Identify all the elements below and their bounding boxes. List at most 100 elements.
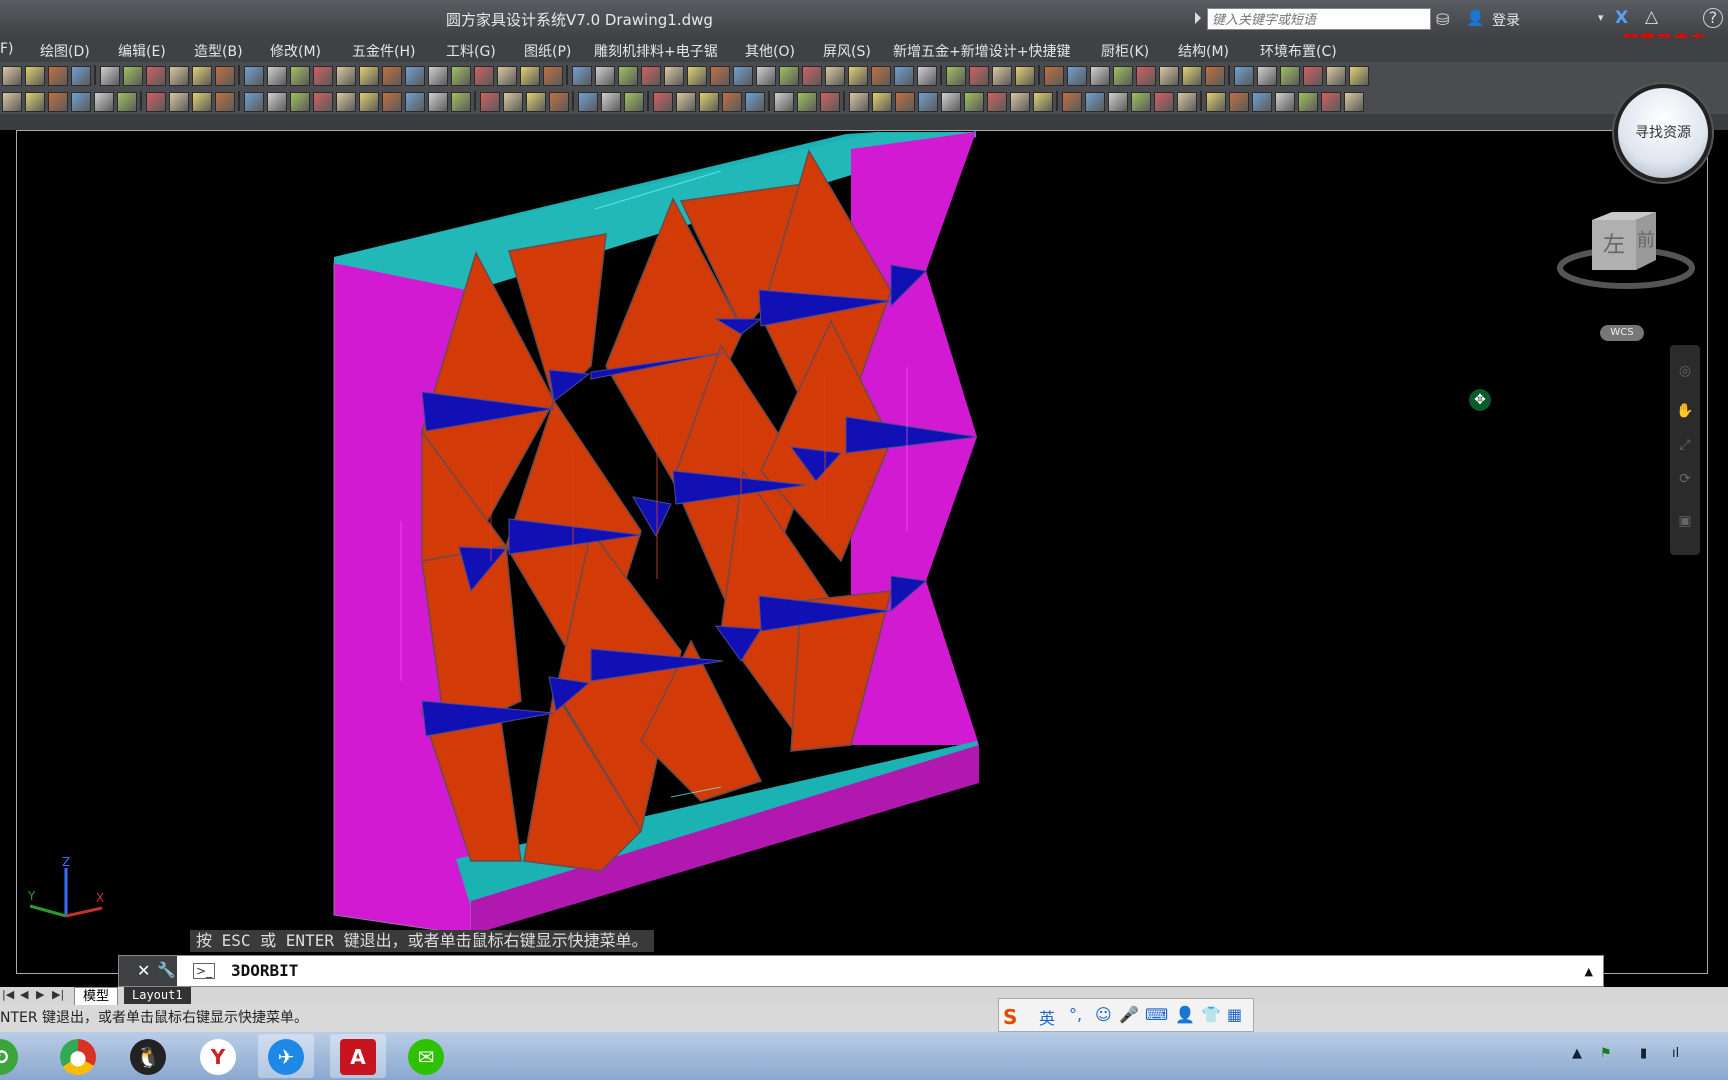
toolbar-tool-icon[interactable] [25, 66, 45, 86]
toolbar-tool-icon[interactable] [745, 92, 765, 112]
toolbar-tool-icon[interactable] [48, 66, 68, 86]
toolbar-tool-icon[interactable] [451, 66, 471, 86]
zoom-icon[interactable]: ⤢ [1676, 437, 1694, 455]
menu-materials[interactable]: 工料(G) [446, 41, 496, 61]
toolbar-tool-icon[interactable] [871, 66, 891, 86]
pan-hand-icon[interactable]: ✋ [1676, 403, 1694, 421]
toolbar-tool-icon[interactable] [1108, 92, 1128, 112]
toolbar-tool-icon[interactable] [405, 66, 425, 86]
toolbar-tool-icon[interactable] [1113, 66, 1133, 86]
toolbar-tool-icon[interactable] [405, 92, 425, 112]
toolbar-tool-icon[interactable] [820, 92, 840, 112]
toolbar-tool-icon[interactable] [710, 66, 730, 86]
toolbar-tool-icon[interactable] [687, 66, 707, 86]
menu-kitchen[interactable]: 厨柜(K) [1101, 41, 1149, 61]
taskbar-qq[interactable]: 🐧 [120, 1034, 176, 1078]
toolbar-tool-icon[interactable] [1085, 92, 1105, 112]
toolbar-tool-icon[interactable] [267, 66, 287, 86]
toolbar-tool-icon[interactable] [1159, 66, 1179, 86]
toolbar-tool-icon[interactable] [641, 66, 661, 86]
toolbar-tool-icon[interactable] [169, 92, 189, 112]
user-icon[interactable]: 👤 [1466, 9, 1485, 27]
autodesk-triangle-icon[interactable]: △ [1645, 7, 1658, 27]
toolbar-tool-icon[interactable] [918, 92, 938, 112]
toolbar-tool-icon[interactable] [474, 66, 494, 86]
toolbar-tool-icon[interactable] [664, 66, 684, 86]
orbit-icon[interactable]: ⟳ [1676, 471, 1694, 489]
toolbar-tool-icon[interactable] [290, 92, 310, 112]
wrench-icon[interactable]: 🔧 [157, 961, 176, 979]
toolbar-tool-icon[interactable] [941, 92, 961, 112]
toolbar-tool-icon[interactable] [895, 92, 915, 112]
toolbar-tool-icon[interactable] [917, 66, 937, 86]
tray-expand-icon[interactable]: ▲ [1572, 1046, 1582, 1061]
toolbar-tool-icon[interactable] [1010, 92, 1030, 112]
toolbar-tool-icon[interactable] [618, 66, 638, 86]
toolbar-tool-icon[interactable] [1349, 66, 1369, 86]
toolbar-tool-icon[interactable] [1044, 66, 1064, 86]
toolbar-tool-icon[interactable] [48, 92, 68, 112]
toolbar-tool-icon[interactable] [2, 66, 22, 86]
taskbar-start[interactable]: ⟲ [0, 1034, 28, 1078]
toolbar-tool-icon[interactable] [1015, 66, 1035, 86]
toolbar-tool-icon[interactable] [1182, 66, 1202, 86]
punctuation-icon[interactable]: °, [1069, 1005, 1082, 1024]
toolbar-tool-icon[interactable] [572, 66, 592, 86]
toolbar-tool-icon[interactable] [215, 92, 235, 112]
toolbar-tool-icon[interactable] [825, 66, 845, 86]
toolbar-tool-icon[interactable] [756, 66, 776, 86]
toolbar-tool-icon[interactable] [802, 66, 822, 86]
toolbar-tool-icon[interactable] [653, 92, 673, 112]
toolbar-tool-icon[interactable] [215, 66, 235, 86]
toolbar-tool-icon[interactable] [520, 66, 540, 86]
drawing-viewport[interactable] [16, 130, 1708, 974]
toolbar-tool-icon[interactable] [849, 92, 869, 112]
tab-first-icon[interactable]: |◀ [2, 988, 14, 1001]
toolbar-tool-icon[interactable] [1326, 66, 1346, 86]
toolbar-tool-icon[interactable] [192, 66, 212, 86]
toolbar-tool-icon[interactable] [1234, 66, 1254, 86]
exchange-icon[interactable]: X [1615, 8, 1628, 28]
toolbar-tool-icon[interactable] [451, 92, 471, 112]
toolbar-tool-icon[interactable] [428, 92, 448, 112]
toolbar-tool-icon[interactable] [1154, 92, 1174, 112]
toolbar-tool-icon[interactable] [894, 66, 914, 86]
toolbar-tool-icon[interactable] [169, 66, 189, 86]
prompt-icon[interactable]: >_ [193, 963, 216, 979]
grid-menu-icon[interactable]: ▦ [1227, 1005, 1242, 1024]
menu-item[interactable]: F) [0, 41, 14, 57]
toolbar-tool-icon[interactable] [497, 66, 517, 86]
toolbar-tool-icon[interactable] [359, 66, 379, 86]
search-input[interactable] [1207, 8, 1431, 30]
taskbar-chrome[interactable]: ● [50, 1034, 106, 1078]
3d-cabinet-model[interactable] [17, 131, 1707, 973]
toolbar-tool-icon[interactable] [595, 66, 615, 86]
menu-model[interactable]: 造型(B) [194, 41, 243, 61]
toolbar-tool-icon[interactable] [1033, 92, 1053, 112]
toolbar-tool-icon[interactable] [1206, 92, 1226, 112]
toolbar-tool-icon[interactable] [290, 66, 310, 86]
toolbar-tool-icon[interactable] [1252, 92, 1272, 112]
toolbar-tool-icon[interactable] [2, 92, 22, 112]
taskbar-feishu[interactable]: ✈ [258, 1034, 314, 1078]
tray-network-icon[interactable]: ▮ [1640, 1046, 1647, 1061]
find-resources-button[interactable]: 寻找资源 [1618, 88, 1708, 178]
toolbar-tool-icon[interactable] [946, 66, 966, 86]
toolbar-tool-icon[interactable] [872, 92, 892, 112]
tab-next-icon[interactable]: ▶ [36, 988, 44, 1001]
steering-wheel-icon[interactable]: ◎ [1676, 363, 1694, 381]
toolbar-tool-icon[interactable] [969, 66, 989, 86]
user-settings-icon[interactable]: 👤 [1175, 1005, 1195, 1024]
toolbar-tool-icon[interactable] [1229, 92, 1249, 112]
expand-arrow-icon[interactable] [1195, 12, 1201, 24]
showmotion-icon[interactable]: ▣ [1676, 513, 1694, 531]
menu-other[interactable]: 其他(O) [745, 41, 795, 61]
toolbar-tool-icon[interactable] [1275, 92, 1295, 112]
toolbar-tool-icon[interactable] [71, 92, 91, 112]
menu-drawings[interactable]: 图纸(P) [524, 41, 571, 61]
tab-model[interactable]: 模型 [74, 987, 119, 1006]
toolbar-tool-icon[interactable] [382, 92, 402, 112]
toolbar-tool-icon[interactable] [624, 92, 644, 112]
toolbar-tool-icon[interactable] [146, 92, 166, 112]
toolbar-tool-icon[interactable] [192, 92, 212, 112]
